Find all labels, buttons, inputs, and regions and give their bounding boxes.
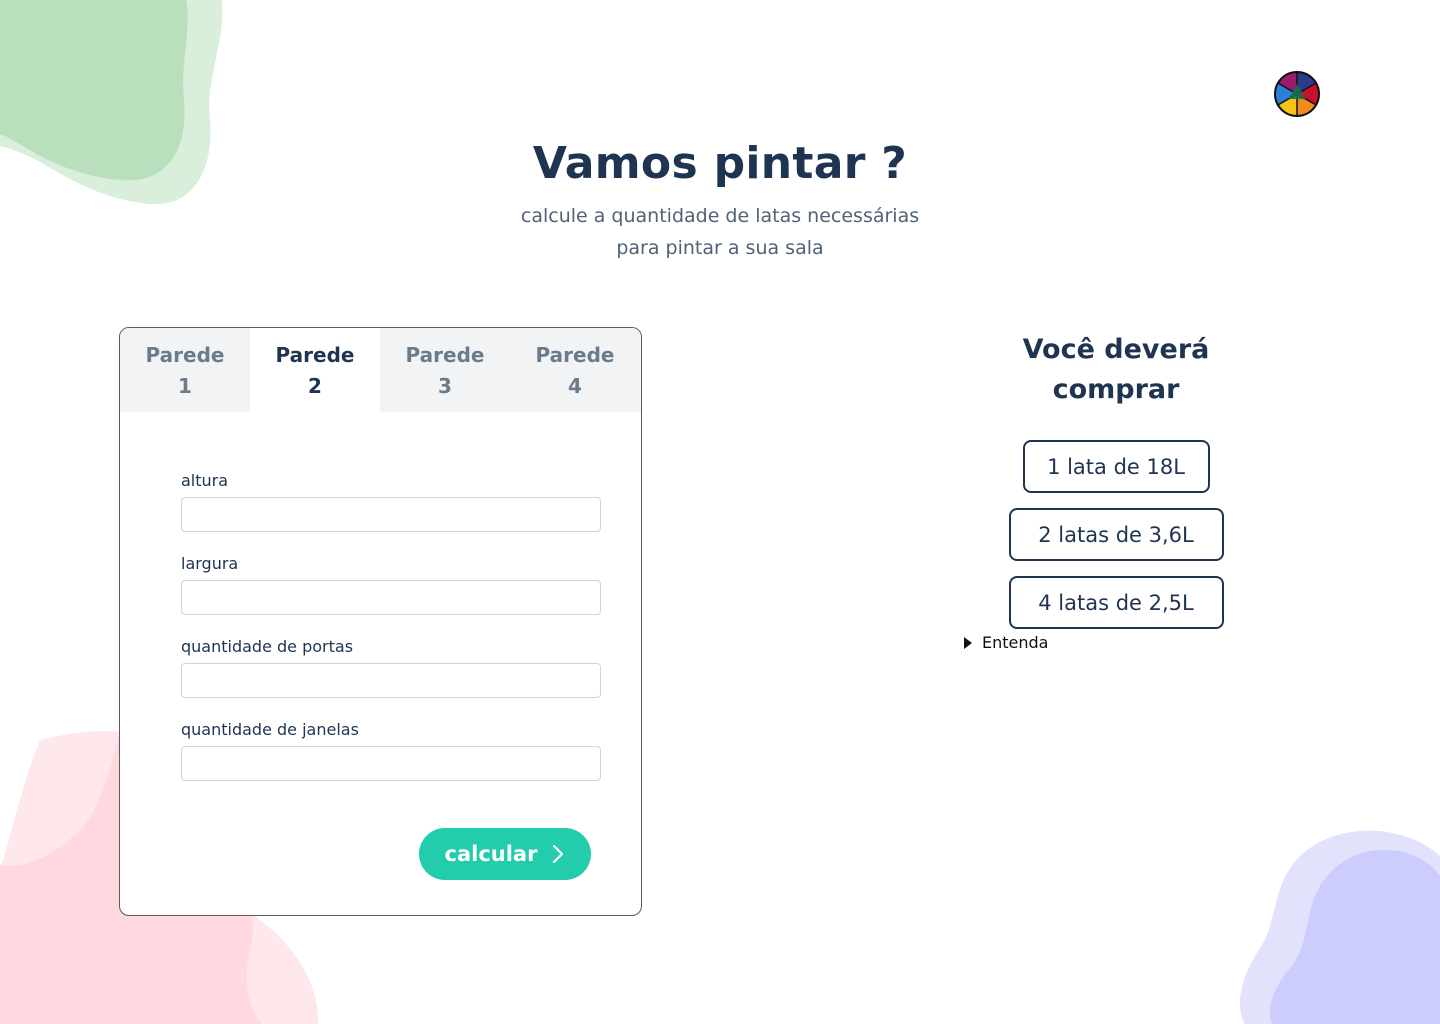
- tab-label: Parede: [275, 343, 355, 367]
- tab-parede-4[interactable]: Parede 4: [510, 328, 640, 412]
- decorative-blob-purple: [1240, 830, 1440, 1024]
- color-wheel-icon: [1274, 71, 1320, 117]
- entenda-disclosure[interactable]: Entenda: [964, 633, 1048, 652]
- largura-label: largura: [181, 554, 239, 573]
- subtitle-line-2: para pintar a sua sala: [616, 237, 824, 259]
- page-subtitle: calcule a quantidade de latas necessária…: [460, 200, 980, 264]
- tab-parede-2[interactable]: Parede 2: [250, 328, 380, 412]
- can-18l: 1 lata de 18L: [1022, 440, 1210, 493]
- portas-input[interactable]: [181, 663, 601, 698]
- wall-form: altura largura quantidade de portas quan…: [181, 471, 601, 803]
- calcular-button[interactable]: calcular: [419, 828, 591, 880]
- disclosure-triangle-icon: [964, 636, 972, 649]
- tab-parede-3[interactable]: Parede 3: [380, 328, 510, 412]
- tab-number: 4: [568, 374, 582, 398]
- portas-label: quantidade de portas: [181, 637, 354, 656]
- calcular-button-label: calcular: [444, 842, 538, 866]
- wall-tabs: Parede 1 Parede 2 Parede 3 Parede 4: [120, 328, 641, 412]
- largura-input[interactable]: [181, 580, 601, 615]
- wall-form-card: Parede 1 Parede 2 Parede 3 Parede 4 altu…: [119, 327, 642, 916]
- result-section: Você deverá comprar 1 lata de 18L 2 lata…: [960, 330, 1272, 644]
- chevron-right-icon: [553, 844, 564, 864]
- can-3-6l: 2 latas de 3,6L: [1008, 508, 1224, 561]
- field-largura: largura: [181, 554, 601, 615]
- tab-number: 3: [438, 374, 452, 398]
- field-portas: quantidade de portas: [181, 637, 601, 698]
- janelas-label: quantidade de janelas: [181, 720, 359, 739]
- result-title: Você deverá comprar: [1022, 334, 1210, 405]
- cans-list: 1 lata de 18L 2 latas de 3,6L 4 latas de…: [960, 440, 1272, 644]
- tab-number: 2: [308, 374, 322, 398]
- can-2-5l: 4 latas de 2,5L: [1008, 576, 1224, 629]
- altura-input[interactable]: [181, 497, 601, 532]
- page-title: Vamos pintar ?: [532, 138, 908, 189]
- altura-label: altura: [181, 471, 229, 490]
- tab-label: Parede: [405, 343, 485, 367]
- tab-label: Parede: [145, 343, 225, 367]
- entenda-label: Entenda: [982, 633, 1049, 652]
- tab-bar-filler: [640, 328, 641, 412]
- tab-label: Parede: [535, 343, 615, 367]
- field-janelas: quantidade de janelas: [181, 720, 601, 781]
- tab-parede-1[interactable]: Parede 1: [120, 328, 250, 412]
- tab-number: 1: [178, 374, 192, 398]
- subtitle-line-1: calcule a quantidade de latas necessária…: [520, 205, 920, 227]
- field-altura: altura: [181, 471, 601, 532]
- janelas-input[interactable]: [181, 746, 601, 781]
- hero-section: Vamos pintar ? calcule a quantidade de l…: [0, 136, 1440, 264]
